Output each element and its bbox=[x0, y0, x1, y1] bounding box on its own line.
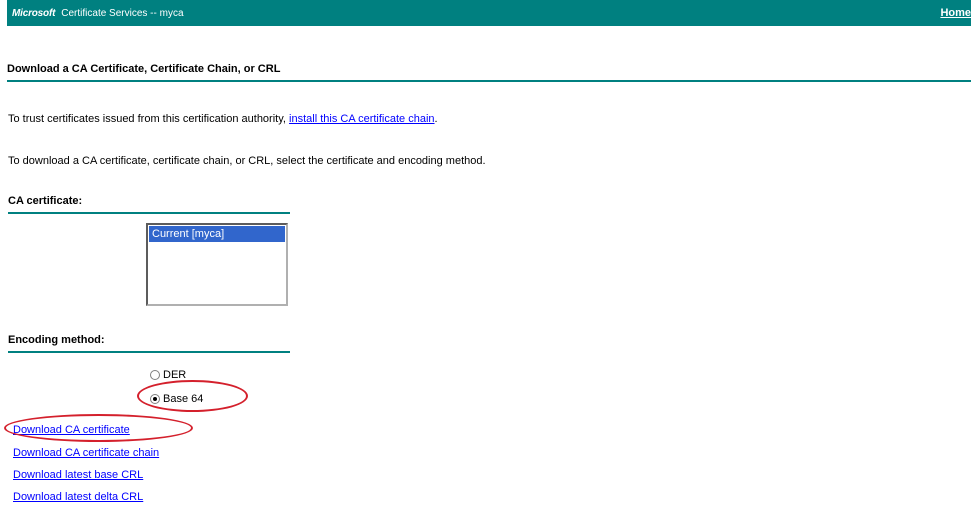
download-delta-crl-link[interactable]: Download latest delta CRL bbox=[13, 491, 143, 503]
page-title: Download a CA Certificate, Certificate C… bbox=[7, 63, 971, 82]
encoding-option-der[interactable]: DER bbox=[150, 369, 186, 381]
microsoft-logo: Microsoft bbox=[12, 8, 56, 19]
header-title-group: Microsoft Certificate Services -- myca bbox=[12, 7, 184, 19]
home-link[interactable]: Home bbox=[940, 7, 971, 19]
der-radio[interactable] bbox=[150, 370, 160, 380]
app-title: Certificate Services -- myca bbox=[61, 8, 184, 19]
base64-radio[interactable] bbox=[150, 394, 160, 404]
der-label: DER bbox=[163, 369, 187, 381]
trust-paragraph: To trust certificates issued from this c… bbox=[8, 113, 438, 125]
instructions-text: To download a CA certificate, certificat… bbox=[8, 155, 486, 167]
app-header: Microsoft Certificate Services -- myca H… bbox=[7, 0, 971, 26]
ca-certificate-option[interactable]: Current [myca] bbox=[149, 226, 285, 242]
ca-certificate-listbox[interactable]: Current [myca] bbox=[146, 223, 288, 306]
ca-certificate-label: CA certificate: bbox=[8, 195, 290, 214]
base64-label: Base 64 bbox=[163, 393, 204, 405]
encoding-option-base64[interactable]: Base 64 bbox=[150, 393, 203, 405]
trust-text: To trust certificates issued from this c… bbox=[8, 113, 290, 125]
download-base-crl-link[interactable]: Download latest base CRL bbox=[13, 469, 143, 481]
download-ca-certificate-link[interactable]: Download CA certificate bbox=[13, 424, 130, 436]
download-ca-chain-link[interactable]: Download CA certificate chain bbox=[13, 447, 159, 459]
install-chain-link[interactable]: install this CA certificate chain bbox=[289, 113, 435, 125]
encoding-method-label: Encoding method: bbox=[8, 334, 290, 353]
